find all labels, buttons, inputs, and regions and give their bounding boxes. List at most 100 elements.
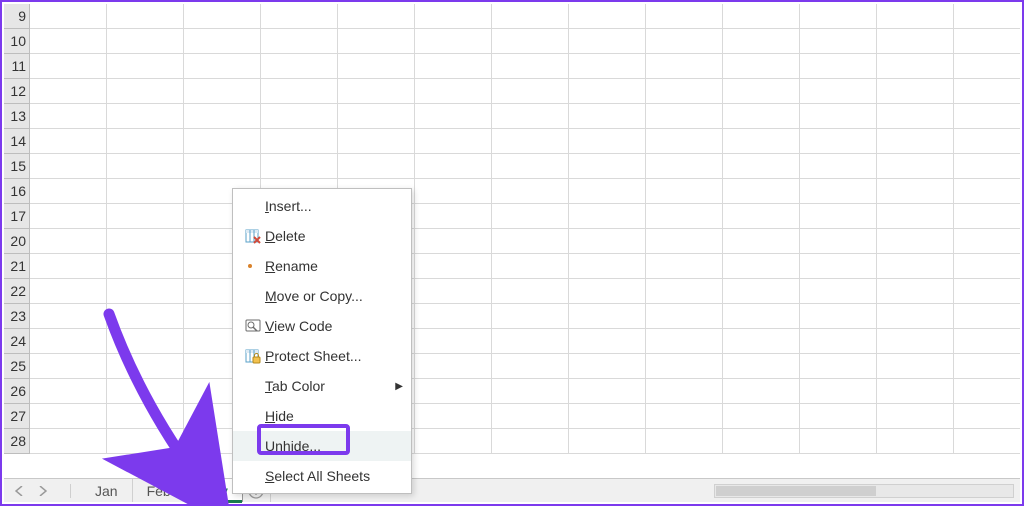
grid-cell[interactable] [261, 104, 338, 129]
grid-cell[interactable] [492, 154, 569, 179]
grid-cell[interactable] [569, 29, 646, 54]
grid-cell[interactable] [569, 4, 646, 29]
grid-cell[interactable] [800, 254, 877, 279]
grid-cell[interactable] [30, 154, 107, 179]
spreadsheet-grid[interactable]: 91011121314151617202122232425262728 [4, 4, 1020, 478]
grid-cell[interactable] [338, 79, 415, 104]
grid-cell[interactable] [800, 404, 877, 429]
grid-cell[interactable] [646, 429, 723, 454]
grid-cell[interactable] [30, 129, 107, 154]
row-header[interactable]: 17 [4, 204, 30, 229]
grid-cell[interactable] [723, 29, 800, 54]
grid-cell[interactable] [492, 79, 569, 104]
sheet-tab-feb[interactable]: Feb [133, 479, 186, 502]
grid-cell[interactable] [30, 254, 107, 279]
grid-cell[interactable] [800, 54, 877, 79]
sheet-context-menu[interactable]: Insert...DeleteRenameMove or Copy...View… [232, 188, 412, 494]
grid-cell[interactable] [415, 79, 492, 104]
grid-cell[interactable] [415, 104, 492, 129]
grid-cell[interactable] [646, 329, 723, 354]
grid-cell[interactable] [646, 204, 723, 229]
grid-cell[interactable] [877, 354, 954, 379]
hscroll-track[interactable] [714, 484, 1014, 498]
menu-item-hide[interactable]: Hide [233, 401, 411, 431]
grid-cell[interactable] [877, 329, 954, 354]
grid-cell[interactable] [800, 79, 877, 104]
grid-cell[interactable] [877, 429, 954, 454]
grid-cell[interactable] [30, 179, 107, 204]
grid-cell[interactable] [30, 404, 107, 429]
grid-cell[interactable] [184, 29, 261, 54]
grid-cell[interactable] [877, 154, 954, 179]
grid-cell[interactable] [569, 54, 646, 79]
grid-cell[interactable] [723, 354, 800, 379]
grid-cell[interactable] [107, 229, 184, 254]
grid-cell[interactable] [107, 254, 184, 279]
grid-cell[interactable] [723, 304, 800, 329]
grid-cell[interactable] [30, 279, 107, 304]
grid-cell[interactable] [954, 254, 1020, 279]
grid-cell[interactable] [492, 229, 569, 254]
grid-cell[interactable] [338, 154, 415, 179]
grid-cell[interactable] [184, 54, 261, 79]
grid-cell[interactable] [954, 229, 1020, 254]
grid-cell[interactable] [30, 4, 107, 29]
grid-cell[interactable] [30, 379, 107, 404]
row-header[interactable]: 20 [4, 229, 30, 254]
grid-cell[interactable] [723, 4, 800, 29]
grid-cell[interactable] [107, 104, 184, 129]
grid-cell[interactable] [107, 404, 184, 429]
grid-cell[interactable] [800, 179, 877, 204]
grid-cell[interactable] [107, 304, 184, 329]
grid-cell[interactable] [261, 4, 338, 29]
grid-cell[interactable] [646, 154, 723, 179]
menu-item-viewcode[interactable]: View Code [233, 311, 411, 341]
grid-cell[interactable] [30, 29, 107, 54]
grid-cell[interactable] [107, 279, 184, 304]
grid-cell[interactable] [877, 304, 954, 329]
grid-cell[interactable] [646, 279, 723, 304]
grid-cell[interactable] [415, 179, 492, 204]
grid-cell[interactable] [877, 204, 954, 229]
grid-cell[interactable] [800, 304, 877, 329]
row-header[interactable]: 22 [4, 279, 30, 304]
grid-cell[interactable] [184, 104, 261, 129]
grid-cell[interactable] [184, 4, 261, 29]
grid-cell[interactable] [877, 279, 954, 304]
grid-cell[interactable] [723, 279, 800, 304]
grid-cell[interactable] [646, 54, 723, 79]
grid-cell[interactable] [800, 279, 877, 304]
grid-cell[interactable] [492, 354, 569, 379]
row-header[interactable]: 25 [4, 354, 30, 379]
grid-cell[interactable] [569, 304, 646, 329]
grid-cell[interactable] [107, 54, 184, 79]
sheet-nav-prev-icon[interactable] [14, 484, 24, 498]
row-header[interactable]: 21 [4, 254, 30, 279]
menu-item-rename[interactable]: Rename [233, 251, 411, 281]
grid-cell[interactable] [492, 29, 569, 54]
grid-cell[interactable] [954, 354, 1020, 379]
row-header[interactable]: 24 [4, 329, 30, 354]
grid-cell[interactable] [646, 404, 723, 429]
grid-cell[interactable] [492, 279, 569, 304]
menu-item-delete[interactable]: Delete [233, 221, 411, 251]
menu-item-unhide[interactable]: Unhide... [233, 431, 411, 461]
grid-cell[interactable] [30, 54, 107, 79]
grid-cell[interactable] [646, 254, 723, 279]
row-header[interactable]: 26 [4, 379, 30, 404]
grid-cell[interactable] [415, 54, 492, 79]
grid-cell[interactable] [415, 304, 492, 329]
grid-cell[interactable] [569, 179, 646, 204]
horizontal-scrollbar[interactable] [714, 479, 1020, 502]
grid-cell[interactable] [877, 379, 954, 404]
grid-cell[interactable] [800, 4, 877, 29]
grid-cell[interactable] [646, 79, 723, 104]
grid-cell[interactable] [30, 204, 107, 229]
grid-cell[interactable] [569, 129, 646, 154]
grid-cell[interactable] [646, 4, 723, 29]
grid-cell[interactable] [800, 129, 877, 154]
grid-cell[interactable] [415, 279, 492, 304]
grid-cell[interactable] [415, 429, 492, 454]
grid-cell[interactable] [569, 279, 646, 304]
grid-cell[interactable] [954, 54, 1020, 79]
